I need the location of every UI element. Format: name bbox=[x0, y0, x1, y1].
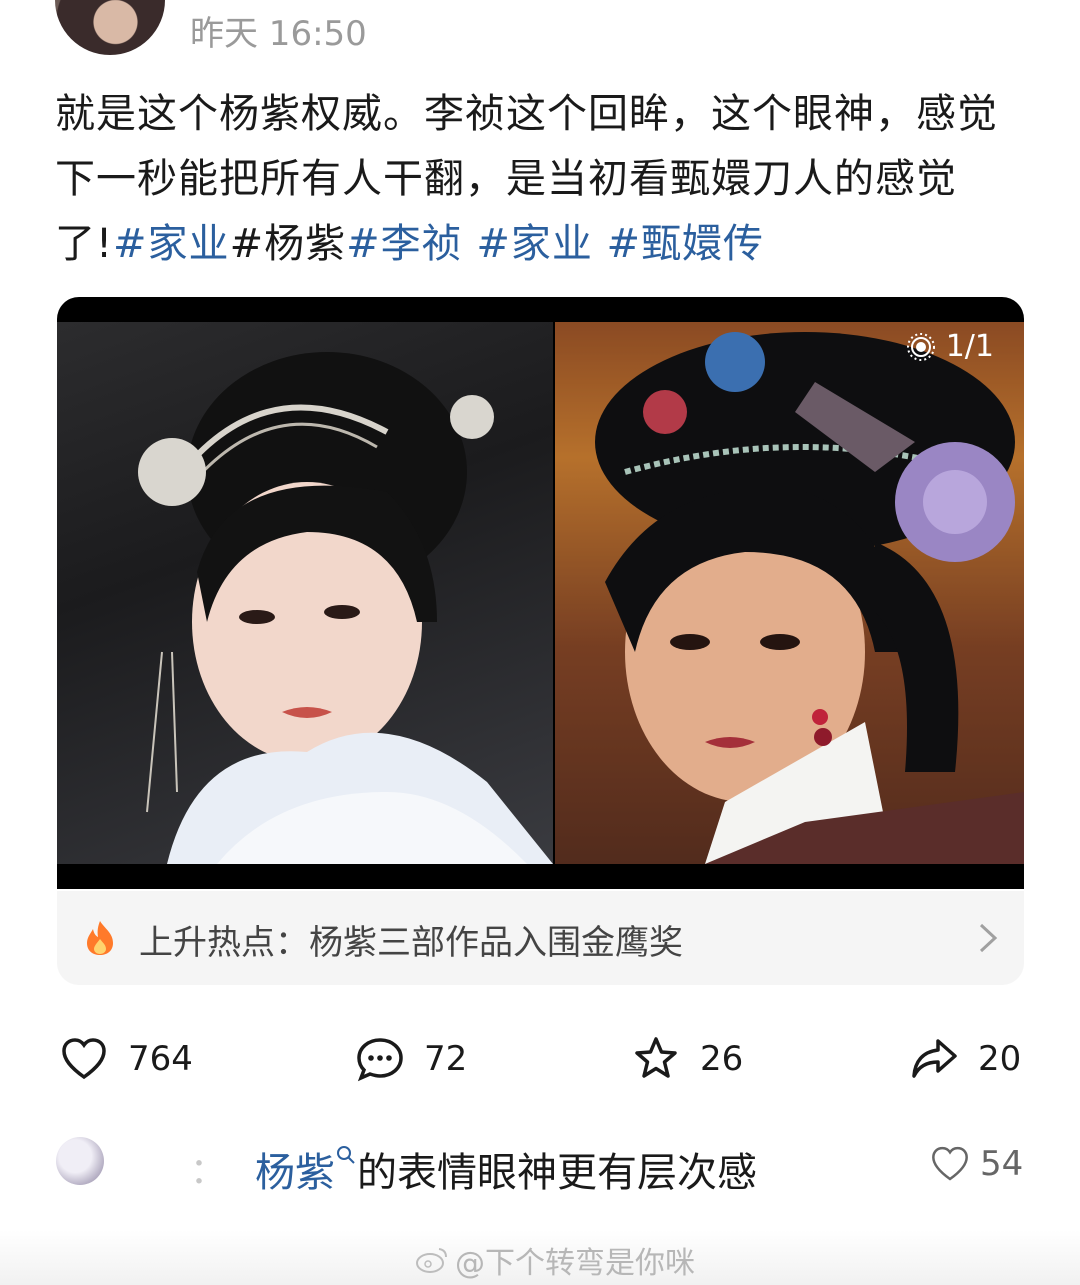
watermark-text: @下个转弯是你咪 bbox=[455, 1246, 695, 1281]
comment-button[interactable]: 72 bbox=[356, 1028, 467, 1090]
share-button[interactable]: 20 bbox=[910, 1028, 1021, 1090]
heart-icon bbox=[932, 1146, 968, 1181]
hashtag-yang-zi[interactable]: #杨紫 bbox=[230, 221, 347, 267]
author-avatar[interactable] bbox=[55, 0, 165, 55]
comment-text: 杨紫 的表情眼神更有层次感 bbox=[255, 1140, 757, 1198]
star-icon bbox=[635, 1037, 677, 1078]
hashtag-li-zhen[interactable]: #李祯 bbox=[346, 221, 463, 267]
hashtag-family-business-2[interactable]: #家业 bbox=[476, 221, 593, 267]
comment-body: 的表情眼神更有层次感 bbox=[357, 1150, 757, 1196]
post-timestamp: 昨天 16:50 bbox=[190, 14, 367, 54]
post-action-bar: 764 72 26 20 bbox=[0, 1028, 1080, 1090]
fire-icon bbox=[87, 921, 113, 955]
like-button[interactable]: 764 bbox=[60, 1028, 193, 1090]
photo-right-actress bbox=[555, 322, 1024, 864]
favorite-button[interactable]: 26 bbox=[632, 1028, 743, 1090]
live-photo-icon bbox=[906, 332, 935, 361]
comment-count: 72 bbox=[424, 1039, 468, 1079]
hashtag-family-business[interactable]: #家业 bbox=[113, 221, 230, 267]
post-body: 就是这个杨紫权威。李祯这个回眸，这个眼神，感觉下一秒能把所有人干翻，是当初看甄嬛… bbox=[55, 82, 1035, 277]
favorite-count: 26 bbox=[700, 1039, 744, 1079]
comment-icon bbox=[357, 1038, 403, 1082]
weibo-logo-icon bbox=[416, 1248, 447, 1273]
commenter-name[interactable]: ： bbox=[190, 1142, 226, 1194]
post-header: 昨天 16:50 bbox=[0, 0, 1080, 60]
hot-topic-label: 上升热点：杨紫三部作品入围金鹰奖 bbox=[139, 923, 683, 963]
hot-topic-bar[interactable]: 上升热点：杨紫三部作品入围金鹰奖 bbox=[57, 891, 1024, 985]
top-comment[interactable]: ： 杨紫 的表情眼神更有层次感 54 bbox=[0, 1132, 1080, 1202]
comment-like-count: 54 bbox=[980, 1144, 1024, 1184]
image-counter: 1/1 bbox=[906, 329, 994, 364]
bottom-strip: @下个转弯是你咪 bbox=[0, 1230, 1080, 1285]
search-icon bbox=[337, 1146, 355, 1164]
comment-mention[interactable]: 杨紫 bbox=[255, 1150, 335, 1196]
image-counter-label: 1/1 bbox=[945, 329, 994, 364]
like-count: 764 bbox=[128, 1039, 193, 1079]
watermark: @下个转弯是你咪 bbox=[415, 1238, 695, 1282]
heart-icon bbox=[62, 1038, 106, 1080]
photo-left-actress bbox=[57, 322, 553, 864]
chevron-right-icon bbox=[979, 923, 998, 953]
share-arrow-icon bbox=[912, 1039, 957, 1078]
share-count: 20 bbox=[978, 1039, 1022, 1079]
post-image-card[interactable]: 1/1 bbox=[57, 297, 1024, 889]
comment-like-button[interactable]: 54 bbox=[930, 1144, 1023, 1184]
commenter-avatar[interactable] bbox=[56, 1137, 104, 1185]
hashtag-zhen-huan[interactable]: #甄嬛传 bbox=[607, 221, 765, 267]
